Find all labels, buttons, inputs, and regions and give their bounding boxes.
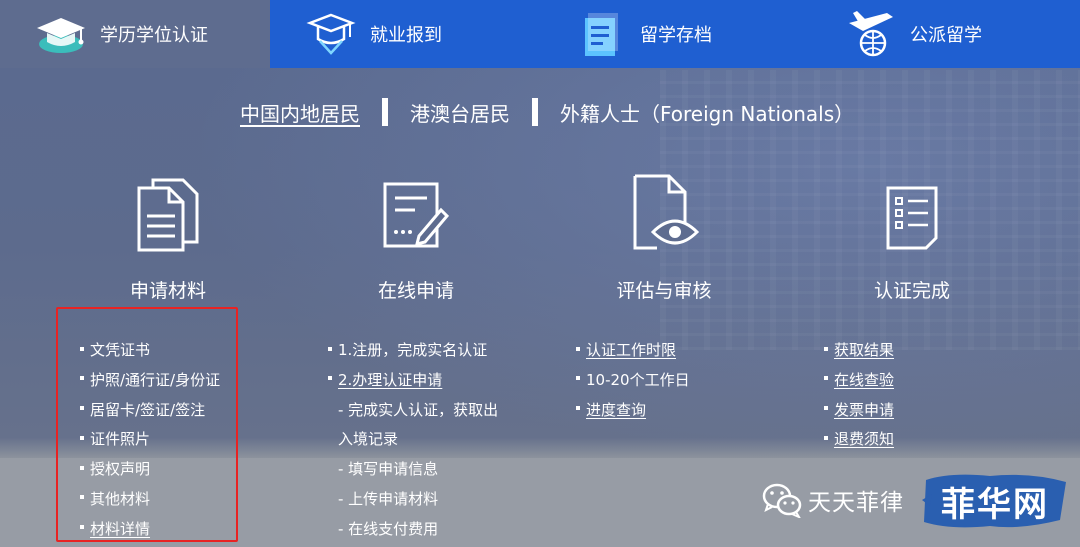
divider bbox=[532, 98, 538, 126]
graduation-cap-icon bbox=[30, 9, 92, 59]
region-mainland[interactable]: 中国内地居民 bbox=[240, 98, 360, 127]
top-nav: 学历学位认证 就业报到 留学存档 公派留学 bbox=[0, 0, 1080, 68]
tab-study-archive[interactable]: 留学存档 bbox=[540, 0, 810, 68]
list-item: - 在线支付费用 bbox=[338, 519, 439, 538]
step-title: 申请材料 bbox=[129, 280, 206, 302]
region-foreign-nationals[interactable]: 外籍人士（Foreign Nationals） bbox=[560, 98, 854, 127]
plane-globe-icon bbox=[840, 9, 902, 59]
tab-government-study-abroad[interactable]: 公派留学 bbox=[810, 0, 1080, 68]
list-item: 入境记录 bbox=[338, 430, 399, 449]
checklist-icon bbox=[792, 168, 1032, 252]
list-item: 10-20个工作日 bbox=[576, 366, 690, 396]
step-certification-complete: 认证完成 bbox=[792, 168, 1032, 303]
step-materials: 申请材料 bbox=[48, 168, 288, 303]
highlight-box bbox=[56, 307, 238, 542]
cap-badge-icon bbox=[300, 9, 362, 59]
work-time-limit-link[interactable]: 认证工作时限 bbox=[576, 336, 690, 366]
logo-text: 菲华网 bbox=[941, 484, 1049, 525]
tab-degree-certification[interactable]: 学历学位认证 bbox=[0, 0, 270, 68]
invoice-application-link[interactable]: 发票申请 bbox=[824, 396, 894, 426]
step-title: 在线申请 bbox=[377, 280, 454, 302]
document-eye-icon bbox=[544, 168, 784, 252]
list-item: 1.注册，完成实名认证 bbox=[328, 336, 498, 366]
complete-list: 获取结果 在线查验 发票申请 退费须知 bbox=[824, 336, 894, 455]
region-selector: 中国内地居民 港澳台居民 外籍人士（Foreign Nationals） bbox=[240, 96, 854, 128]
tab-label: 公派留学 bbox=[910, 25, 982, 46]
list-item: - 填写申请信息 bbox=[338, 460, 439, 479]
refund-notice-link[interactable]: 退费须知 bbox=[824, 425, 894, 455]
get-result-link[interactable]: 获取结果 bbox=[824, 336, 894, 366]
step-title: 认证完成 bbox=[873, 280, 950, 302]
list-item: - 上传申请材料 bbox=[338, 489, 439, 508]
list-item: - 完成实人认证，获取出 bbox=[338, 400, 499, 419]
step-title: 评估与审核 bbox=[616, 280, 712, 302]
watermark-text: 天天菲律 bbox=[808, 490, 904, 516]
online-application-list: 1.注册，完成实名认证 2.办理认证申请 - 完成实人认证，获取出 入境记录 -… bbox=[328, 336, 498, 545]
wechat-watermark: 天天菲律 bbox=[762, 478, 904, 522]
site-logo: 菲华网 bbox=[920, 470, 1070, 532]
documents-icon bbox=[48, 168, 288, 252]
tab-label: 学历学位认证 bbox=[100, 25, 208, 46]
tab-employment-report[interactable]: 就业报到 bbox=[270, 0, 540, 68]
online-verify-link[interactable]: 在线查验 bbox=[824, 366, 894, 396]
form-pen-icon bbox=[296, 168, 536, 252]
step-online-application: 在线申请 bbox=[296, 168, 536, 303]
tab-label: 就业报到 bbox=[370, 25, 442, 46]
step-evaluation-review: 评估与审核 bbox=[544, 168, 784, 303]
progress-query-link[interactable]: 进度查询 bbox=[576, 396, 690, 426]
region-hk-macao-taiwan[interactable]: 港澳台居民 bbox=[410, 98, 510, 127]
wechat-icon bbox=[762, 482, 802, 520]
review-list: 认证工作时限 10-20个工作日 进度查询 bbox=[576, 336, 690, 425]
apply-certification-link[interactable]: 2.办理认证申请 bbox=[328, 366, 498, 396]
divider bbox=[382, 98, 388, 126]
document-archive-icon bbox=[570, 9, 632, 59]
tab-label: 留学存档 bbox=[640, 25, 712, 46]
